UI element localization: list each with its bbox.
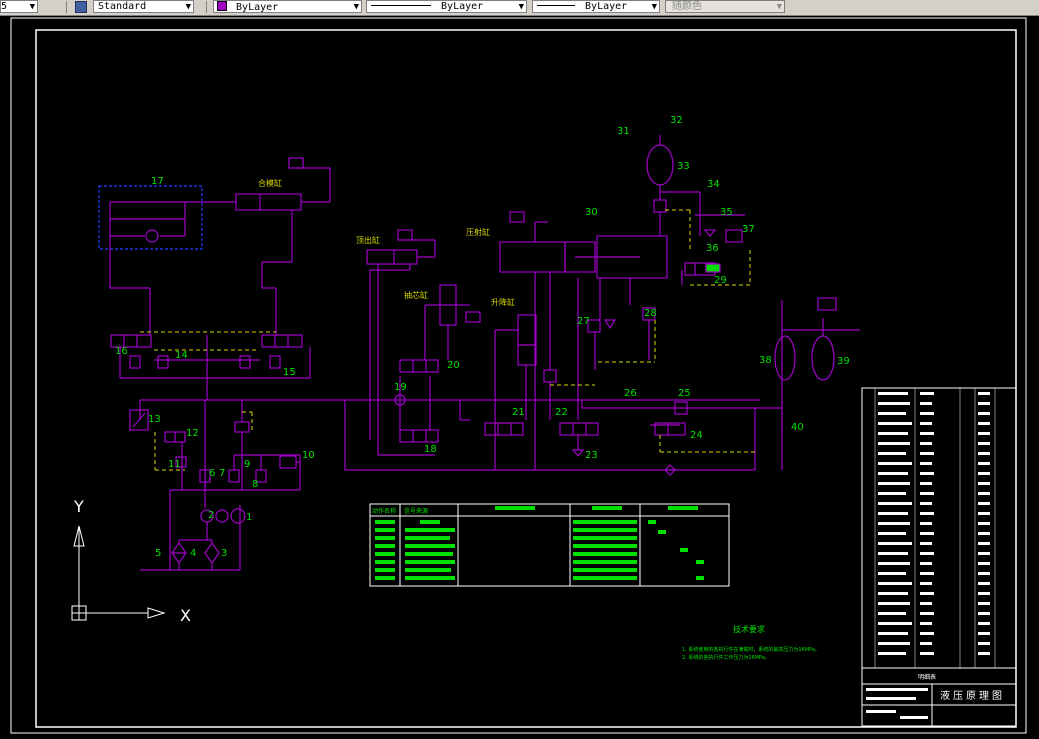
hydraulic-lines bbox=[98, 135, 860, 571]
chevron-down-icon: ▼ bbox=[518, 2, 524, 12]
component-number: 30 bbox=[585, 207, 598, 218]
component-number: 7 bbox=[219, 468, 225, 479]
component-number: 5 bbox=[155, 548, 161, 559]
component-number: 33 bbox=[677, 161, 690, 172]
component-number: 9 bbox=[244, 459, 250, 470]
component-number: 23 bbox=[585, 450, 598, 461]
action-table: 动作名称 信号来源 bbox=[369, 503, 730, 587]
layer-prefix-text: 5 bbox=[1, 1, 8, 12]
component-number: 34 bbox=[707, 179, 720, 190]
component-number: 35 bbox=[720, 207, 733, 218]
table-header-action: 动作名称 bbox=[372, 507, 396, 515]
component-number: 6 bbox=[209, 468, 215, 479]
toolbar-separator bbox=[66, 1, 67, 13]
lineweight-sample-icon bbox=[537, 5, 575, 6]
throttle-check-box bbox=[98, 185, 203, 250]
component-number: 29 bbox=[714, 275, 727, 286]
linetype-sample-icon bbox=[371, 5, 431, 6]
component-number: 14 bbox=[175, 350, 188, 361]
drawing-title: 液压原理图 bbox=[940, 689, 1005, 702]
component-number: 27 bbox=[577, 316, 590, 327]
component-number: 12 bbox=[186, 428, 199, 439]
table-header-signal: 信号来源 bbox=[404, 507, 428, 515]
component-number: 19 bbox=[394, 382, 407, 393]
chevron-down-icon: ▼ bbox=[776, 2, 782, 12]
parts-list-title: 明细表 bbox=[918, 673, 936, 681]
component-number: 32 bbox=[670, 115, 683, 126]
tech-requirements-title: 技术要求 bbox=[733, 624, 765, 634]
label-core-cylinder: 抽芯缸 bbox=[404, 290, 428, 300]
component-number: 25 bbox=[678, 388, 691, 399]
text-style-text: Standard bbox=[98, 1, 147, 12]
ucs-x-label: X bbox=[180, 606, 191, 625]
component-number: 4 bbox=[190, 548, 196, 559]
outer-frame bbox=[10, 17, 1027, 734]
component-number: 40 bbox=[791, 422, 804, 433]
lineweight-value-text: ByLayer bbox=[585, 1, 628, 12]
parts-list: 明细表 液压原理图 bbox=[861, 387, 1017, 727]
linetype-value-text: ByLayer bbox=[441, 1, 484, 12]
component-number: 8 bbox=[252, 479, 258, 490]
text-style-dropdown[interactable]: Standard ▼ bbox=[93, 0, 194, 13]
color-dropdown[interactable]: ByLayer ▼ bbox=[213, 0, 362, 13]
chevron-down-icon: ▼ bbox=[185, 2, 191, 12]
label-lift-cylinder: 升降缸 bbox=[491, 297, 515, 307]
component-number: 17 bbox=[151, 176, 164, 187]
component-numbers: 1 2 3 4 5 6 7 8 9 10 11 12 13 14 15 16 1… bbox=[115, 115, 850, 559]
chevron-down-icon: ▼ bbox=[651, 2, 657, 12]
component-number: 22 bbox=[555, 407, 568, 418]
plotstyle-value-text: 随颜色 bbox=[672, 1, 702, 12]
ucs-icon bbox=[71, 525, 166, 621]
linetype-dropdown[interactable]: ByLayer ▼ bbox=[366, 0, 527, 13]
component-number: 28 bbox=[644, 308, 657, 319]
label-press-cylinder: 压射缸 bbox=[466, 227, 490, 237]
component-number: 2 bbox=[208, 510, 214, 521]
component-number: 10 bbox=[302, 450, 315, 461]
component-number: 1 bbox=[246, 512, 252, 523]
component-number: 18 bbox=[424, 444, 437, 455]
component-number: 20 bbox=[447, 360, 460, 371]
text-style-icon[interactable] bbox=[74, 0, 88, 13]
drawing-canvas[interactable]: Y X 合模缸 顶出缸 抽芯缸 升降缸 压射缸 1 2 3 4 5 6 7 8 … bbox=[0, 15, 1039, 735]
component-number: 36 bbox=[706, 243, 719, 254]
color-swatch-icon bbox=[217, 1, 227, 11]
component-number: 24 bbox=[690, 430, 703, 441]
label-eject-cylinder: 顶出缸 bbox=[356, 235, 380, 245]
component-number: 13 bbox=[148, 414, 161, 425]
tech-requirement-1: 1. 系统使用的各执行件在满载时，系统的最高压力为16MPa。 bbox=[682, 646, 820, 653]
properties-toolbar: 5 ▼ Standard ▼ ByLayer ▼ ByLayer ▼ ByLay… bbox=[0, 0, 1039, 16]
plotstyle-dropdown: 随颜色 ▼ bbox=[665, 0, 785, 13]
component-number: 26 bbox=[624, 388, 637, 399]
chevron-down-icon: ▼ bbox=[353, 2, 359, 12]
label-clamp-cylinder: 合模缸 bbox=[258, 178, 282, 188]
toolbar-separator bbox=[206, 1, 207, 13]
component-number: 37 bbox=[742, 224, 755, 235]
color-value-text: ByLayer bbox=[236, 2, 279, 13]
ucs-y-label: Y bbox=[73, 497, 84, 516]
component-number: 11 bbox=[168, 459, 181, 470]
tech-requirement-2: 2. 系统的各执行件工作压力为16MPa。 bbox=[682, 654, 770, 661]
chevron-down-icon: ▼ bbox=[29, 2, 35, 12]
schematic-svg: Y X 合模缸 顶出缸 抽芯缸 升降缸 压射缸 1 2 3 4 5 6 7 8 … bbox=[10, 17, 1027, 734]
lineweight-dropdown[interactable]: ByLayer ▼ bbox=[532, 0, 660, 13]
component-number: 3 bbox=[221, 548, 227, 559]
component-number: 31 bbox=[617, 126, 630, 137]
component-number: 16 bbox=[115, 346, 128, 357]
component-number: 38 bbox=[759, 355, 772, 366]
component-number: 15 bbox=[283, 367, 296, 378]
layer-prefix-field[interactable]: 5 ▼ bbox=[0, 0, 38, 13]
component-number: 21 bbox=[512, 407, 525, 418]
component-number: 39 bbox=[837, 356, 850, 367]
